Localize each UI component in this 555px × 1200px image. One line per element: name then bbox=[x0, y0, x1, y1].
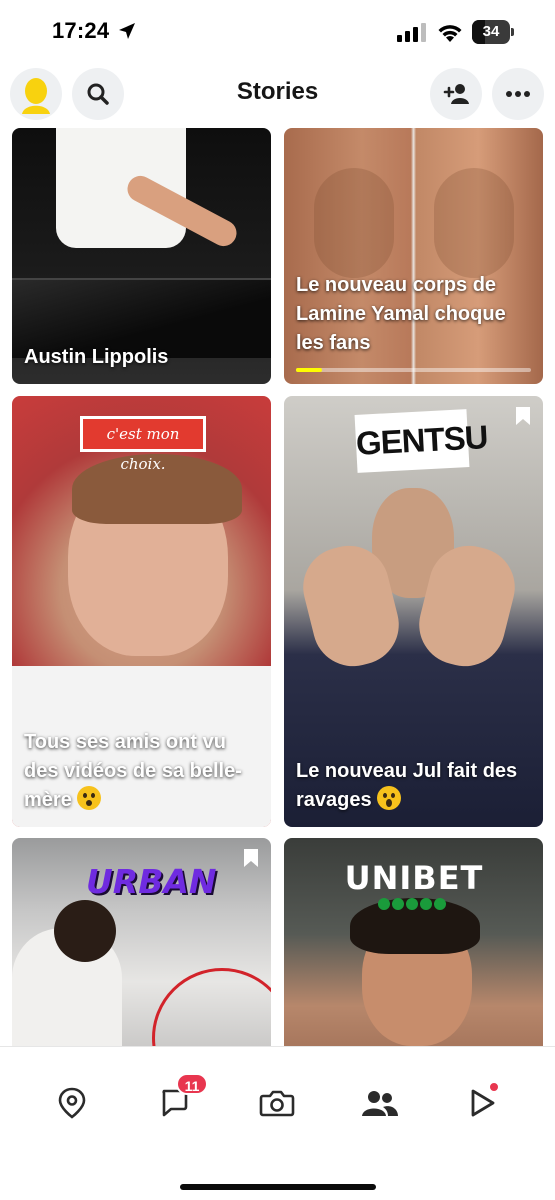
search-icon bbox=[87, 83, 109, 105]
story-overlay-label: c'est mon choix. bbox=[80, 416, 206, 473]
stories-header: Stories bbox=[0, 64, 555, 126]
wifi-icon bbox=[438, 25, 462, 42]
story-caption-text: Tous ses amis ont vu des vidéos de sa be… bbox=[24, 731, 242, 811]
location-arrow-icon bbox=[119, 23, 135, 39]
bookmark-icon[interactable] bbox=[515, 406, 531, 426]
bottom-tab-bar: 11 bbox=[0, 1046, 555, 1200]
chat-unread-badge: 11 bbox=[176, 1073, 208, 1095]
more-icon bbox=[506, 91, 530, 97]
story-caption: Austin Lippolis bbox=[24, 346, 169, 368]
story-caption: Le nouveau corps de Lamine Yamal choque … bbox=[296, 274, 506, 354]
search-button[interactable] bbox=[72, 68, 124, 120]
battery-icon: 34 bbox=[472, 20, 514, 44]
story-caption: Le nouveau Jul fait des ravages bbox=[296, 757, 531, 815]
map-icon bbox=[58, 1087, 86, 1119]
profile-avatar-button[interactable] bbox=[10, 68, 62, 120]
story-overlay-dots bbox=[378, 898, 454, 910]
story-thumbnail-head bbox=[54, 900, 116, 962]
battery-level: 34 bbox=[482, 23, 500, 40]
story-progress-bar bbox=[296, 368, 531, 372]
screaming-face-emoji-icon bbox=[377, 786, 402, 810]
stories-notification-dot bbox=[488, 1081, 500, 1093]
tab-friends[interactable] bbox=[360, 1083, 400, 1123]
home-indicator[interactable] bbox=[180, 1184, 376, 1190]
friends-icon bbox=[362, 1091, 398, 1116]
flushed-face-emoji-icon bbox=[77, 786, 102, 810]
tab-map[interactable] bbox=[52, 1083, 92, 1123]
cellular-signal-icon bbox=[397, 23, 426, 42]
bookmark-icon[interactable] bbox=[243, 848, 259, 868]
story-overlay-label: URBAN bbox=[86, 862, 217, 901]
story-card[interactable]: GENTSU Le nouveau Jul fait des ravages bbox=[284, 396, 543, 827]
story-thumbnail-circle-marker bbox=[152, 968, 271, 1046]
story-caption-text: Le nouveau Jul fait des ravages bbox=[296, 760, 518, 811]
add-friend-button[interactable] bbox=[430, 68, 482, 120]
story-overlay-label: GENTSU bbox=[354, 409, 488, 473]
bitmoji-avatar-icon bbox=[22, 78, 50, 114]
story-card[interactable]: UNIBET bbox=[284, 838, 543, 1046]
story-thumbnail-torso-left bbox=[314, 168, 394, 278]
more-button[interactable] bbox=[492, 68, 544, 120]
status-time: 17:24 bbox=[52, 18, 110, 43]
story-card[interactable]: URBAN bbox=[12, 838, 271, 1046]
story-overlay-label: UNIBET bbox=[344, 859, 484, 897]
story-card[interactable]: c'est mon choix. Tous ses amis ont vu de… bbox=[12, 396, 271, 827]
status-bar: 17:24 34 bbox=[0, 0, 555, 64]
story-card[interactable]: Le nouveau corps de Lamine Yamal choque … bbox=[284, 128, 543, 384]
story-progress-fill bbox=[296, 368, 322, 372]
tab-camera[interactable] bbox=[257, 1083, 297, 1123]
stories-grid: Austin Lippolis Le nouveau corps de Lami… bbox=[0, 128, 555, 1046]
story-card[interactable]: Austin Lippolis bbox=[12, 128, 271, 384]
camera-icon bbox=[259, 1090, 295, 1117]
story-thumbnail-torso-right bbox=[434, 168, 514, 278]
story-caption: Tous ses amis ont vu des vidéos de sa be… bbox=[24, 728, 259, 815]
add-friend-icon bbox=[443, 84, 469, 104]
